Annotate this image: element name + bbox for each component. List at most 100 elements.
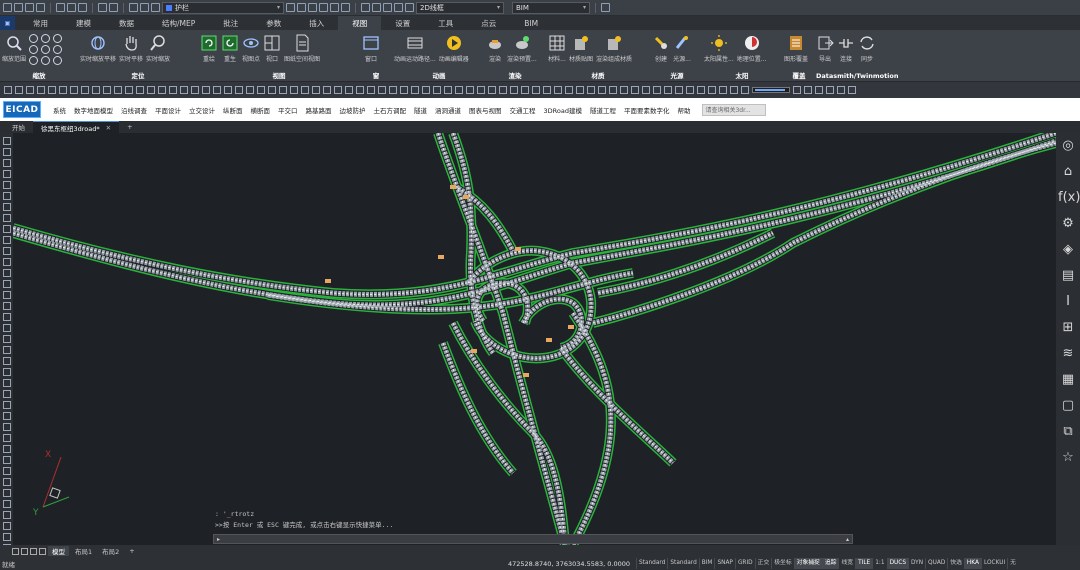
redraw-button[interactable]: 重绘 [200, 32, 218, 63]
cube-icon[interactable] [361, 3, 370, 12]
layout-tab-1[interactable]: 布局1 [71, 546, 96, 556]
draw-tool-icon[interactable] [2, 137, 11, 145]
transparency-slider[interactable] [752, 87, 790, 93]
toolbar-icon[interactable] [356, 86, 364, 94]
toolbar-icon[interactable] [642, 86, 650, 94]
layout-tab-model[interactable]: 模型 [48, 546, 69, 556]
command-scroll-icon[interactable]: ▴ [846, 536, 849, 543]
status-osnap[interactable]: 对象捕捉 [793, 558, 822, 569]
layer-merge-icon[interactable] [341, 3, 350, 12]
toolbar-icon[interactable] [653, 86, 661, 94]
layer-properties-icon[interactable] [286, 3, 295, 12]
toolbar-icon[interactable] [466, 86, 474, 94]
eicad-search-input[interactable]: 请查询相关3dr... [702, 103, 767, 116]
toolbar-icon[interactable] [631, 86, 639, 94]
beam-icon[interactable]: I [1058, 295, 1078, 309]
tab-structure-mep[interactable]: 结构/MEP [148, 16, 209, 30]
toolbar-icon[interactable] [37, 86, 45, 94]
toolbar-icon[interactable] [444, 86, 452, 94]
toolbar-icon[interactable] [826, 86, 834, 94]
toolbar-icon[interactable] [224, 86, 232, 94]
toolbar-icon[interactable] [125, 86, 133, 94]
material-map-button[interactable]: 材质贴图 [569, 32, 593, 63]
status-dim-style[interactable]: Standard [667, 558, 698, 569]
animation-editor-button[interactable]: 动画编辑器 [439, 32, 469, 63]
eicad-menu-survey[interactable]: 沿线调查 [117, 105, 151, 115]
tab-pointcloud[interactable]: 点云 [467, 16, 510, 30]
eicad-menu-slope[interactable]: 边坡防护 [336, 105, 370, 115]
eicad-menu-system[interactable]: 系统 [49, 105, 70, 115]
eicad-menu-culvert[interactable]: 涵洞通道 [431, 105, 465, 115]
sun-properties-button[interactable]: 太阳属性... [704, 32, 734, 63]
open-file-icon[interactable] [14, 3, 23, 12]
toolbar-icon[interactable] [389, 86, 397, 94]
toolbar-icon[interactable] [48, 86, 56, 94]
modify-tool-icon[interactable] [2, 390, 11, 398]
eicad-menu-digitize[interactable]: 平面要素数字化 [620, 105, 674, 115]
draw-tool-icon[interactable] [2, 280, 11, 288]
status-text-style[interactable]: Standard [636, 558, 667, 569]
home-icon[interactable]: ⌂ [1058, 165, 1078, 179]
eicad-menu-subgrade[interactable]: 路基路面 [302, 105, 336, 115]
eicad-menu-3droad[interactable]: 3DRoad建模 [540, 105, 586, 115]
shade-icon[interactable] [383, 3, 392, 12]
export-button[interactable]: 导出 [816, 32, 834, 63]
draw-tool-icon[interactable] [2, 159, 11, 167]
visual-style-icon[interactable] [372, 3, 381, 12]
table-icon[interactable]: ▦ [1058, 373, 1078, 387]
status-bim[interactable]: BIM [698, 558, 715, 569]
draw-tool-icon[interactable] [2, 302, 11, 310]
toolbar-icon[interactable] [411, 86, 419, 94]
list-icon[interactable]: ▤ [1058, 269, 1078, 283]
modify-tool-icon[interactable] [2, 434, 11, 442]
app-menu-icon[interactable]: ▣ [0, 16, 15, 30]
toolbar-icon[interactable] [378, 86, 386, 94]
publish-icon[interactable] [78, 3, 87, 12]
tab-data[interactable]: 数据 [105, 16, 148, 30]
paper-space-view-button[interactable]: 图纸空间视图 [284, 32, 320, 63]
save-as-icon[interactable] [36, 3, 45, 12]
draw-tool-icon[interactable] [2, 181, 11, 189]
toolbar-icon[interactable] [510, 86, 518, 94]
close-tab-icon[interactable]: ✕ [106, 124, 111, 132]
toolbar-icon[interactable] [334, 86, 342, 94]
status-lineweight[interactable]: 线宽 [838, 558, 855, 569]
modify-tool-icon[interactable] [2, 456, 11, 464]
draw-tool-icon[interactable] [2, 258, 11, 266]
layers-icon[interactable]: ≋ [1058, 347, 1078, 361]
toolbar-icon[interactable] [257, 86, 265, 94]
copy-icon[interactable]: ⧉ [1058, 425, 1078, 439]
draw-tool-icon[interactable] [2, 225, 11, 233]
eicad-menu-charts[interactable]: 图表与视图 [465, 105, 506, 115]
modify-tool-icon[interactable] [2, 401, 11, 409]
tab-tools[interactable]: 工具 [424, 16, 467, 30]
draw-tool-icon[interactable] [2, 236, 11, 244]
new-tab-button[interactable]: + [119, 121, 140, 133]
eicad-menu-intersection[interactable]: 平交口 [274, 105, 302, 115]
toolbar-icon[interactable] [554, 86, 562, 94]
toolbar-icon[interactable] [191, 86, 199, 94]
doc-tab-start[interactable]: 开始 [4, 121, 33, 133]
eicad-menu-help[interactable]: 帮助 [673, 105, 694, 115]
visual-style-dropdown[interactable]: 2D线框 ▾ [416, 1, 504, 14]
modify-tool-icon[interactable] [2, 489, 11, 497]
toolbar-icon[interactable] [848, 86, 856, 94]
layer-freeze-icon[interactable] [140, 3, 149, 12]
eicad-menu-earthwork[interactable]: 土石方调配 [370, 105, 411, 115]
status-none[interactable]: 无 [1007, 558, 1018, 569]
regen-button[interactable]: 重生 [221, 32, 239, 63]
eicad-menu-plan[interactable]: 平面设计 [151, 105, 185, 115]
toolbar-icon[interactable] [312, 86, 320, 94]
toolbar-icon[interactable] [499, 86, 507, 94]
toolbar-icon[interactable] [114, 86, 122, 94]
toolbar-icon[interactable] [620, 86, 628, 94]
modify-tool-icon[interactable] [2, 412, 11, 420]
draw-tool-icon[interactable] [2, 170, 11, 178]
visibility-icon[interactable]: ◎ [1058, 139, 1078, 153]
command-input[interactable]: ▸ ▴ [213, 534, 853, 544]
layout-tab-2[interactable]: 布局2 [98, 546, 123, 556]
toolbar-icon[interactable] [433, 86, 441, 94]
toolbar-icon[interactable] [686, 86, 694, 94]
eicad-menu-cross-section[interactable]: 横断面 [247, 105, 275, 115]
tab-annotate[interactable]: 批注 [209, 16, 252, 30]
